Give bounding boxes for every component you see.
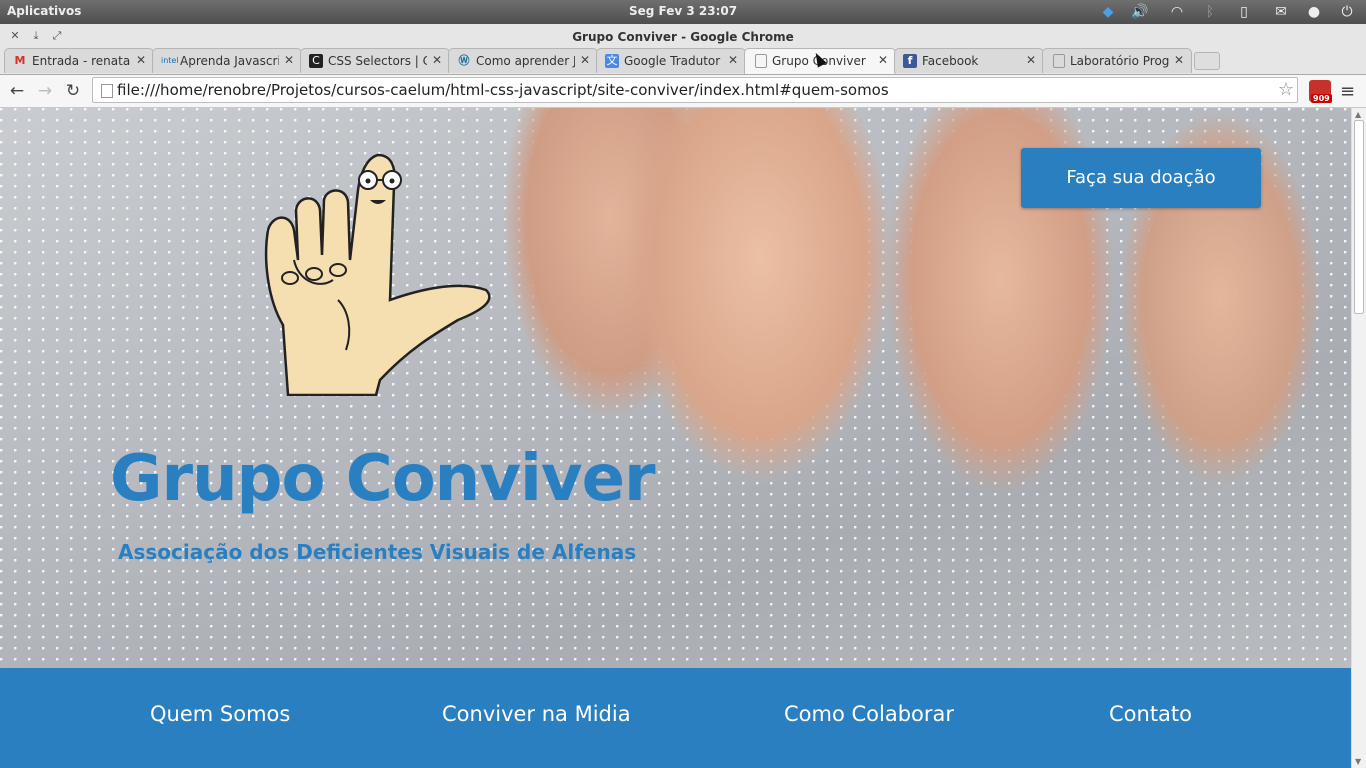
hero-braille-background: Grupo Conviver Associação dos Deficiente… bbox=[0, 108, 1351, 668]
donate-button[interactable]: Faça sua doação bbox=[1021, 148, 1261, 208]
site-subtitle: Associação dos Deficientes Visuais de Al… bbox=[118, 540, 637, 564]
restore-window-icon[interactable]: ⤢ bbox=[50, 29, 64, 43]
close-tab-icon[interactable]: ✕ bbox=[284, 53, 294, 67]
page-viewport: Grupo Conviver Associação dos Deficiente… bbox=[0, 108, 1351, 768]
tab-laboratorio[interactable]: Laboratório Progr ✕ bbox=[1042, 48, 1192, 73]
nav-item-contato[interactable]: Contato bbox=[1109, 702, 1192, 726]
tab-label: Facebook bbox=[922, 54, 979, 68]
minimize-window-icon[interactable]: ⤓ bbox=[29, 29, 43, 43]
forward-arrow-icon[interactable]: → bbox=[34, 80, 56, 102]
close-tab-icon[interactable]: ✕ bbox=[728, 53, 738, 67]
tab-label: Como aprender Ja bbox=[476, 54, 575, 68]
tab-label: Entrada - renata.v bbox=[32, 54, 131, 68]
nav-item-conviver-na-midia[interactable]: Conviver na Midia bbox=[442, 702, 631, 726]
new-tab-button[interactable] bbox=[1194, 52, 1220, 70]
wifi-icon[interactable]: ◠ bbox=[1168, 3, 1186, 21]
close-tab-icon[interactable]: ✕ bbox=[1026, 53, 1036, 67]
tab-css-selectors[interactable]: C CSS Selectors | Co ✕ bbox=[300, 48, 450, 73]
bluetooth-icon[interactable]: ᛒ bbox=[1201, 3, 1219, 21]
reload-icon[interactable]: ↻ bbox=[62, 80, 84, 102]
browser-toolbar: ← → ↻ ☆ bbox=[0, 75, 1366, 108]
close-tab-icon[interactable]: ✕ bbox=[1174, 53, 1184, 67]
tab-label: Laboratório Progr bbox=[1070, 54, 1169, 68]
extension-icon[interactable]: 909 bbox=[1309, 80, 1332, 103]
tab-label: Aprenda Javascrip bbox=[180, 54, 279, 68]
mail-icon[interactable]: ✉ bbox=[1272, 3, 1290, 21]
window-titlebar: ✕ ⤓ ⤢ Grupo Conviver - Google Chrome bbox=[0, 24, 1366, 48]
page-icon bbox=[755, 54, 767, 68]
applications-menu[interactable]: Aplicativos bbox=[7, 4, 81, 18]
system-top-panel: Aplicativos Seg Fev 3 23:07 ◆ 🔊 ◠ ᛒ ▯ ✉ … bbox=[0, 0, 1366, 24]
window-title: Grupo Conviver - Google Chrome bbox=[572, 30, 794, 44]
close-window-icon[interactable]: ✕ bbox=[8, 29, 22, 43]
page-icon bbox=[1053, 54, 1065, 68]
tab-strip: M Entrada - renata.v ✕ intel Aprenda Jav… bbox=[0, 48, 1366, 75]
wordpress-icon: Ⓦ bbox=[458, 54, 470, 67]
tab-label: Google Tradutor bbox=[624, 54, 721, 68]
address-bar[interactable]: ☆ bbox=[92, 77, 1298, 103]
nav-item-quem-somos[interactable]: Quem Somos bbox=[150, 702, 290, 726]
facebook-icon: f bbox=[903, 54, 917, 68]
bookmark-star-icon[interactable]: ☆ bbox=[1278, 79, 1294, 100]
volume-icon[interactable]: 🔊 bbox=[1131, 3, 1149, 21]
hand-logo-icon bbox=[264, 153, 491, 396]
close-tab-icon[interactable]: ✕ bbox=[580, 53, 590, 67]
main-navigation: Quem Somos Conviver na Midia Como Colabo… bbox=[0, 668, 1351, 768]
scroll-up-arrow-icon[interactable]: ▲ bbox=[1355, 110, 1361, 119]
url-input[interactable] bbox=[117, 80, 1267, 100]
battery-icon[interactable]: ▯ bbox=[1235, 3, 1253, 21]
close-tab-icon[interactable]: ✕ bbox=[878, 53, 888, 67]
translate-icon: 文 bbox=[605, 54, 619, 68]
power-icon[interactable]: ⏻ bbox=[1338, 3, 1356, 21]
tab-gmail[interactable]: M Entrada - renata.v ✕ bbox=[4, 48, 154, 73]
page-scrollbar[interactable]: ▲ ▼ bbox=[1351, 108, 1366, 768]
user-icon[interactable]: ● bbox=[1305, 3, 1323, 21]
system-clock[interactable]: Seg Fev 3 23:07 bbox=[0, 4, 1366, 18]
chrome-menu-icon[interactable]: ≡ bbox=[1340, 81, 1356, 102]
scrollbar-thumb[interactable] bbox=[1354, 120, 1364, 314]
page-icon bbox=[101, 84, 113, 98]
close-tab-icon[interactable]: ✕ bbox=[432, 53, 442, 67]
tab-label: CSS Selectors | Co bbox=[328, 54, 427, 68]
tab-facebook[interactable]: f Facebook ✕ bbox=[894, 48, 1044, 73]
extension-badge: 909 bbox=[1311, 94, 1332, 103]
codecademy-icon: C bbox=[309, 54, 323, 68]
tab-google-tradutor[interactable]: 文 Google Tradutor ✕ bbox=[596, 48, 746, 73]
tab-aprenda-javascript[interactable]: intel Aprenda Javascrip ✕ bbox=[152, 48, 302, 73]
back-arrow-icon[interactable]: ← bbox=[6, 80, 28, 102]
gmail-icon: M bbox=[14, 54, 26, 67]
intel-icon: intel bbox=[161, 56, 179, 65]
close-tab-icon[interactable]: ✕ bbox=[136, 53, 146, 67]
tab-como-aprender[interactable]: Ⓦ Como aprender Ja ✕ bbox=[448, 48, 598, 73]
nav-item-como-colaborar[interactable]: Como Colaborar bbox=[784, 702, 954, 726]
site-title: Grupo Conviver bbox=[110, 442, 656, 516]
scroll-down-arrow-icon[interactable]: ▼ bbox=[1355, 757, 1361, 766]
dropbox-icon[interactable]: ◆ bbox=[1099, 3, 1117, 21]
